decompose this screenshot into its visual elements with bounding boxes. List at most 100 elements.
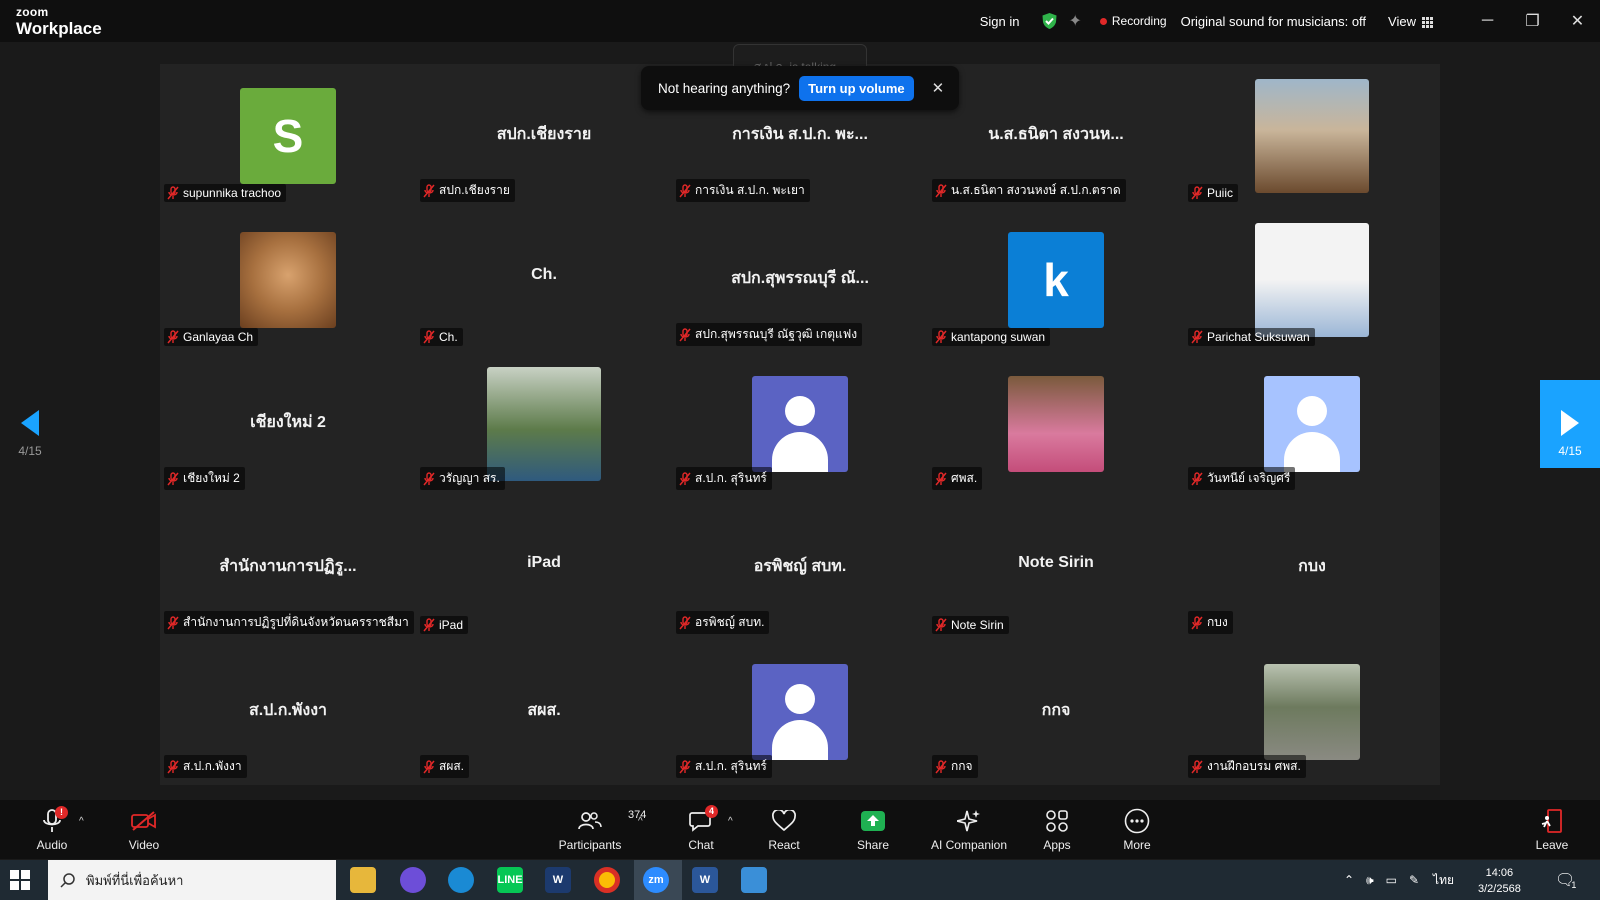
participant-tile[interactable]: Ssupunnika trachoo [160,64,416,208]
participant-tile[interactable]: ศพส. [928,352,1184,496]
participant-tile[interactable]: Puiic [1184,64,1440,208]
share-button[interactable]: Share [855,800,891,859]
muted-mic-icon [679,327,691,341]
participant-tile[interactable]: วรัญญา สร. [416,352,672,496]
next-page-button[interactable]: 4/15 [1540,380,1600,468]
copilot-icon[interactable] [400,867,426,893]
participant-tile[interactable]: สปก.สุพรรณบุรี ณั... สปก.สุพรรณบุรี ณัฐวุ… [672,208,928,352]
encryption-shield-icon[interactable] [1041,12,1058,30]
participant-name: วันทนีย์ เจริญศรี [1207,471,1291,485]
photos-app-icon[interactable] [741,867,767,893]
chrome-browser-icon[interactable] [594,867,620,893]
participant-nametag: สผส. [420,755,470,778]
sign-in-link[interactable]: Sign in [980,14,1020,29]
webex-icon[interactable]: W [545,867,571,893]
participant-tile[interactable]: น.ส.ธนิตา สงวนห... น.ส.ธนิตา สงวนหงษ์ ส.ป… [928,64,1184,208]
taskbar-clock[interactable]: 14:06 3/2/2568 [1478,865,1521,897]
participants-button[interactable]: 374 Participants [556,800,647,859]
participant-name: น.ส.ธนิตา สงวนหงษ์ ส.ป.ก.ตราด [951,183,1121,197]
participant-tile[interactable]: อรพิชญ์ สบท. อรพิชญ์ สบท. [672,496,928,640]
minimize-button[interactable]: ─ [1465,12,1510,30]
muted-mic-icon [935,759,947,773]
chat-caret-icon[interactable]: ^ [728,816,733,827]
participants-icon [578,812,602,830]
participant-nametag: ศพส. [932,467,983,490]
word-app-icon[interactable]: W [692,867,718,893]
participant-avatar [487,367,601,481]
react-button[interactable]: React [766,800,802,859]
muted-mic-icon [1191,471,1203,485]
participant-tile[interactable]: Parichat Suksuwan [1184,208,1440,352]
participant-tile[interactable]: สปก.เชียงราย สปก.เชียงราย [416,64,672,208]
view-button[interactable]: View [1388,14,1433,29]
volume-icon[interactable]: 🕪 [1366,873,1374,888]
participant-tile[interactable]: สผส. สผส. [416,640,672,784]
audio-button[interactable]: ! Audio [32,800,72,859]
previous-page-button[interactable]: 4/15 [0,380,60,468]
participant-avatar [1264,376,1360,472]
ai-companion-button[interactable]: AI Companion [926,800,1012,859]
recording-indicator[interactable]: Recording [1099,14,1167,28]
video-button[interactable]: Video [122,800,166,859]
leave-button[interactable]: Leave [1534,800,1570,859]
edge-browser-icon[interactable] [448,867,474,893]
participant-name: ส.ป.ก. สุรินทร์ [695,471,767,485]
participant-name: กบง [1207,615,1228,629]
restore-button[interactable]: ❐ [1510,11,1555,31]
muted-mic-icon [167,615,179,629]
participant-avatar [752,376,848,472]
participant-tile[interactable]: Note Sirin Note Sirin [928,496,1184,640]
file-explorer-icon[interactable] [350,867,376,893]
chat-button[interactable]: 4 Chat [684,800,718,859]
muted-mic-icon [423,471,435,485]
language-indicator[interactable]: ไทย [1433,871,1454,890]
participant-avatar [1264,664,1360,760]
line-app-icon[interactable]: LINE [497,867,523,893]
participant-tile[interactable]: กบง กบง [1184,496,1440,640]
participant-tile[interactable]: Ch. Ch. [416,208,672,352]
participant-tile[interactable]: ส.ป.ก. สุรินทร์ [672,352,928,496]
grid-view-icon [1422,16,1433,28]
heart-icon [772,810,796,832]
close-window-button[interactable]: ✕ [1555,11,1600,31]
network-icon[interactable]: ▭ [1386,873,1397,887]
participant-nametag: งานฝึกอบรม ศพส. [1188,755,1306,778]
participant-tile[interactable]: ส.ป.ก.พังงา ส.ป.ก.พังงา [160,640,416,784]
share-screen-icon [861,811,885,831]
participant-tile[interactable]: ส.ป.ก. สุรินทร์ [672,640,928,784]
taskbar-search-box[interactable]: พิมพ์ที่นี่เพื่อค้นหา [48,860,336,900]
participant-name-placeholder: กกจ [1041,702,1071,719]
ai-sparkle-icon[interactable]: ✦ [1068,11,1081,31]
participant-tile[interactable]: เชียงใหม่ 2 เชียงใหม่ 2 [160,352,416,496]
audio-options-caret-icon[interactable]: ^ [79,816,84,827]
participant-tile[interactable]: วันทนีย์ เจริญศรี [1184,352,1440,496]
participant-name-placeholder: สผส. [527,702,561,719]
participant-name: เชียงใหม่ 2 [183,471,240,485]
video-off-icon [131,811,156,831]
participant-avatar [1255,223,1369,337]
participant-tile[interactable]: Ganlayaa Ch [160,208,416,352]
notification-center-icon[interactable]: 🗨 1 [1555,860,1576,900]
muted-mic-icon [679,183,691,197]
turn-up-volume-button[interactable]: Turn up volume [799,75,914,101]
zoom-app-icon[interactable]: zm [643,867,669,893]
participant-tile[interactable]: สำนักงานการปฏิรู... สำนักงานการปฏิรูปที่ด… [160,496,416,640]
participant-tile[interactable]: งานฝึกอบรม ศพส. [1184,640,1440,784]
video-label: Video [128,838,160,852]
close-notification-icon[interactable]: ✕ [932,79,945,97]
show-hidden-icons-chevron-icon[interactable]: ⌃ [1344,873,1354,887]
participant-name-placeholder: ส.ป.ก.พังงา [248,702,328,719]
original-sound-status[interactable]: Original sound for musicians: off [1181,14,1366,29]
participant-nametag: อรพิชญ์ สบท. [676,611,770,634]
more-button[interactable]: More [1120,800,1154,859]
participant-tile[interactable]: iPad iPad [416,496,672,640]
pen-icon[interactable]: ✎ [1409,873,1419,887]
windows-start-icon[interactable] [10,870,30,890]
default-avatar-icon [752,376,848,472]
apps-button[interactable]: Apps [1040,800,1074,859]
participants-caret-icon[interactable]: ^ [638,816,643,827]
participant-tile[interactable]: กกจ กกจ [928,640,1184,784]
participant-name: iPad [439,618,464,632]
participant-tile[interactable]: k kantapong suwan [928,208,1184,352]
participant-name-placeholder: Note Sirin [1018,554,1094,571]
